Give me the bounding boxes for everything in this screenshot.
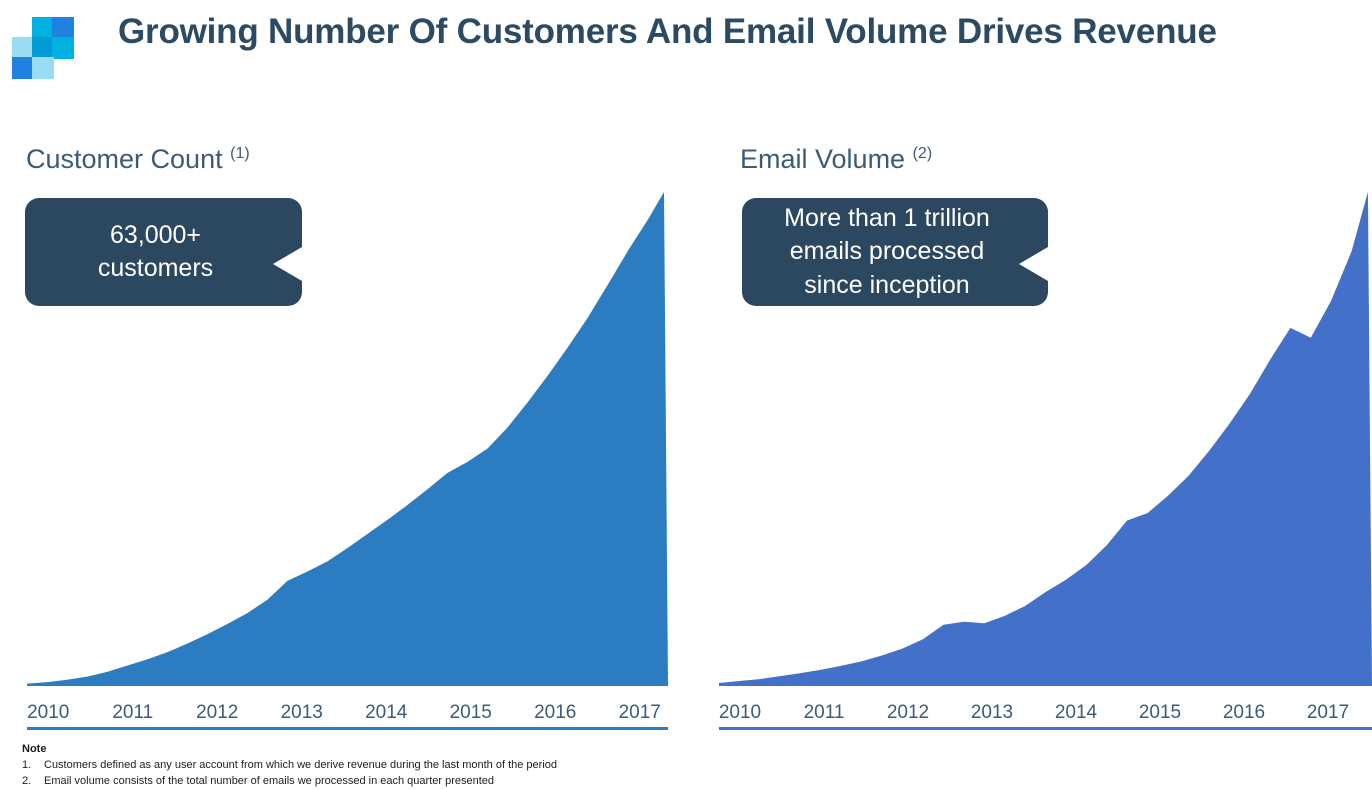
- callout-line-2: customers: [97, 254, 214, 282]
- footnote-number: 2.: [22, 774, 32, 787]
- axis-tick: 2014: [1054, 702, 1098, 723]
- axis-tick: 2014: [365, 702, 408, 723]
- logo-tile: [52, 17, 74, 39]
- axis-tick: 2012: [886, 702, 930, 723]
- axis-tick: 2013: [970, 702, 1014, 723]
- panel-email-volume: Email Volume (2) More than 1 trillion em…: [690, 130, 1372, 730]
- callout-customer-count: 63,000+ customers: [25, 198, 302, 306]
- logo-tile: [52, 37, 74, 59]
- axis-tick: 2010: [718, 702, 762, 723]
- logo-tile: [32, 37, 54, 59]
- x-axis-customer-count: 2010 2011 2012 2013 2014 2015 2016 2017: [6, 702, 682, 732]
- footnote-list: 1. Customers defined as any user account…: [22, 758, 922, 789]
- company-logo-icon: [12, 17, 74, 79]
- axis-tick: 2017: [618, 702, 661, 723]
- slide-root: Growing Number Of Customers And Email Vo…: [0, 0, 1372, 789]
- axis-tick: 2011: [112, 702, 154, 723]
- callout-text: More than 1 trillion emails processed si…: [742, 198, 1048, 306]
- x-axis-email-volume: 2010 2011 2012 2013 2014 2015 2016 2017: [698, 702, 1370, 732]
- chart-title-email-volume: Email Volume (2): [740, 144, 932, 175]
- callout-line-2: emails processed: [789, 237, 985, 266]
- chart-title-customer-count: Customer Count (1): [26, 144, 250, 175]
- footnote-number: 1.: [22, 759, 32, 771]
- chart-title-text: Email Volume: [740, 144, 906, 174]
- logo-tile: [12, 37, 34, 59]
- list-item: 1. Customers defined as any user account…: [22, 758, 922, 774]
- callout-email-volume: More than 1 trillion emails processed si…: [742, 198, 1048, 306]
- footnote-text: Customers defined as any user account fr…: [44, 759, 557, 771]
- callout-line-1: 63,000+: [109, 220, 202, 249]
- axis-tick: 2010: [27, 702, 70, 723]
- axis-tick: 2017: [1306, 702, 1350, 723]
- panel-customer-count: Customer Count (1) 63,000+ customers 201…: [0, 130, 690, 730]
- callout-text: 63,000+ customers: [25, 198, 302, 306]
- footnotes-heading: Note: [22, 743, 47, 755]
- logo-tile: [32, 57, 54, 79]
- footnote-text: Email volume consists of the total numbe…: [44, 774, 495, 787]
- footnotes: Note 1. Customers defined as any user ac…: [22, 743, 922, 789]
- list-item: 2. Email volume consists of the total nu…: [22, 774, 922, 789]
- footnote-marker: (1): [230, 145, 250, 162]
- axis-tick: 2011: [803, 702, 845, 723]
- logo-tile: [32, 17, 54, 39]
- axis-tick: 2015: [449, 702, 492, 723]
- axis-tick: 2016: [1222, 702, 1266, 723]
- axis-tick: 2016: [534, 702, 577, 723]
- axis-tick: 2015: [1138, 702, 1182, 723]
- callout-line-1: More than 1 trillion: [784, 203, 990, 232]
- callout-line-3: since inception: [804, 270, 970, 299]
- axis-tick: 2013: [280, 702, 323, 723]
- slide-header: Growing Number Of Customers And Email Vo…: [0, 0, 1372, 115]
- page-title: Growing Number Of Customers And Email Vo…: [118, 12, 1217, 51]
- chart-title-text: Customer Count: [26, 144, 223, 174]
- footnote-marker: (2): [912, 145, 933, 162]
- logo-tile: [12, 57, 34, 79]
- axis-tick: 2012: [196, 702, 239, 723]
